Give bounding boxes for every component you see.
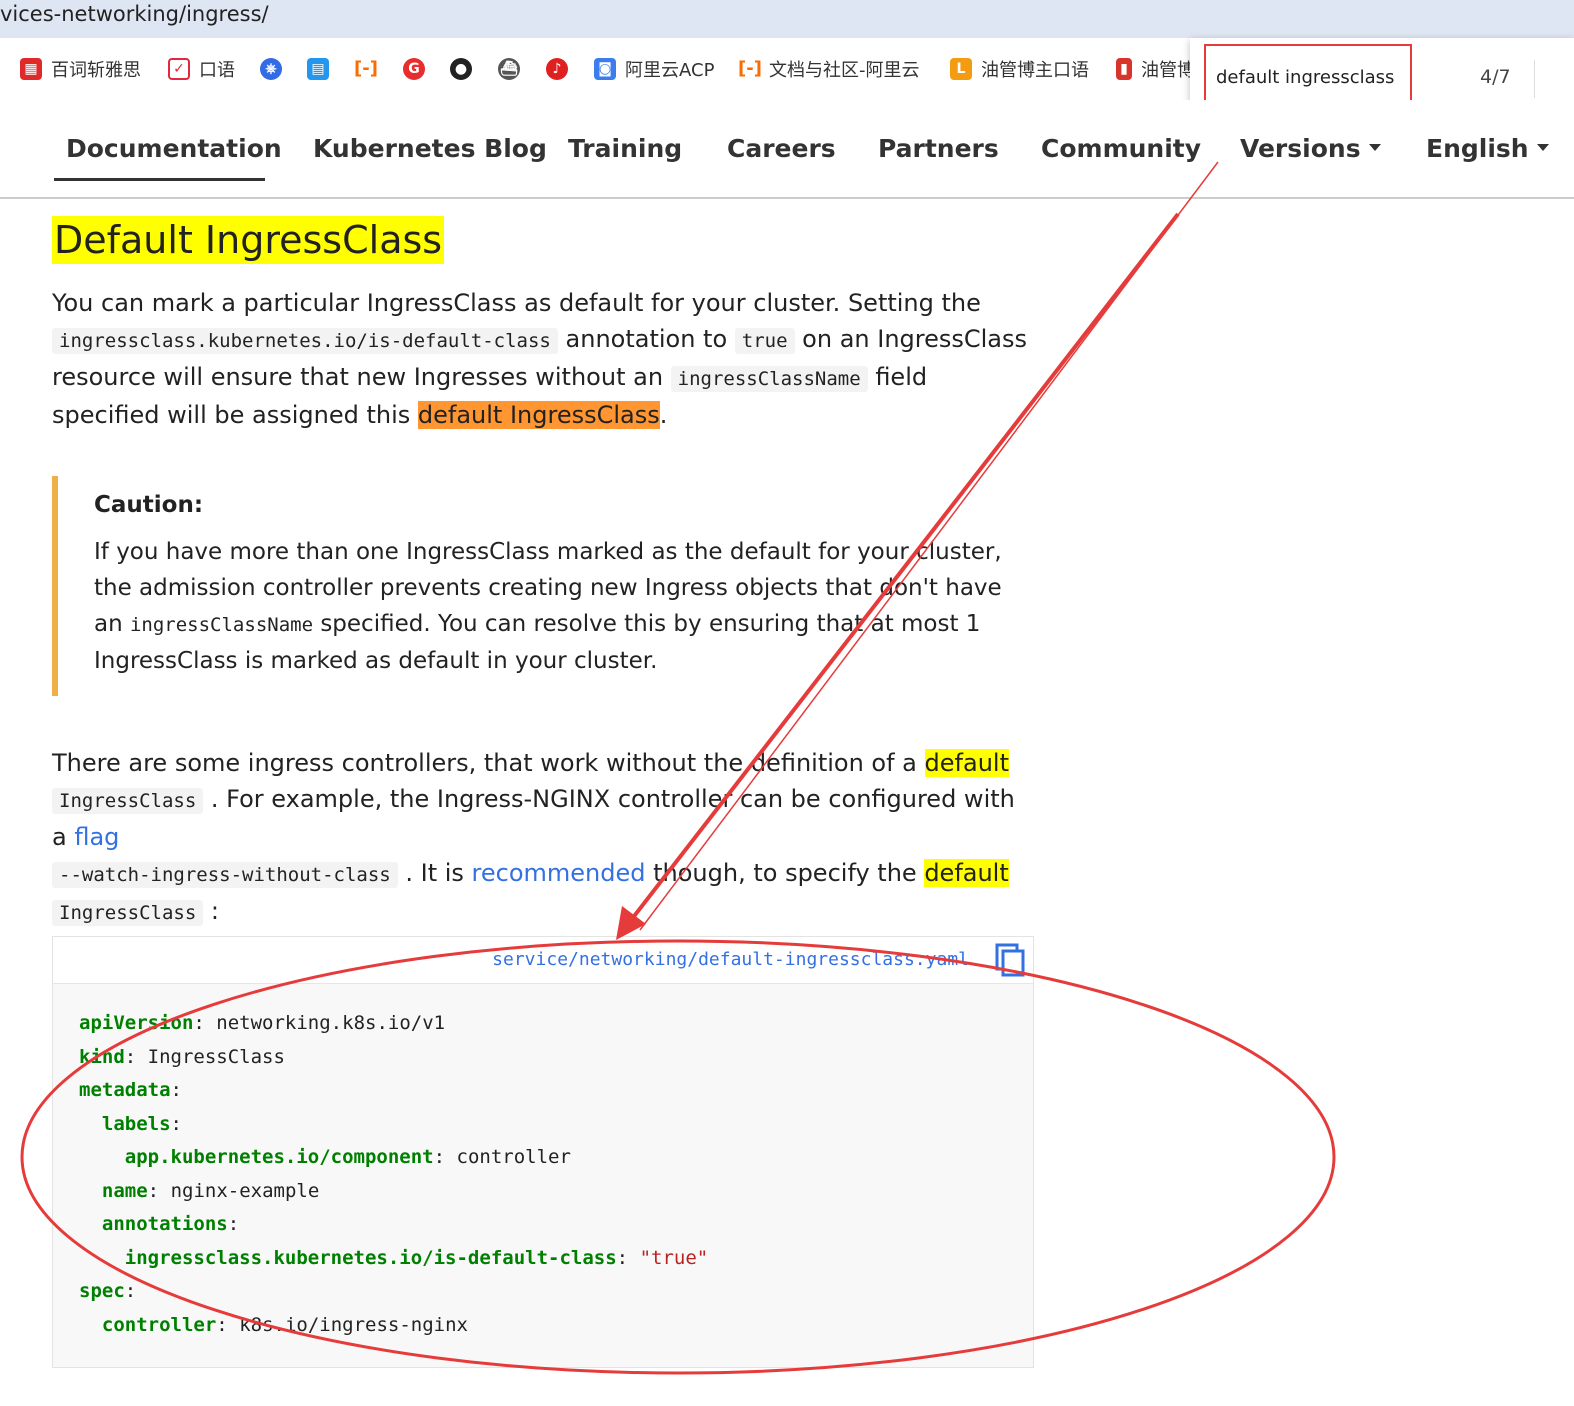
find-match-count: 4/7 — [1480, 66, 1511, 88]
code-line: annotations: — [101, 1213, 240, 1235]
code-line: metadata: — [79, 1079, 182, 1101]
code-file-link[interactable]: service/networking/default-ingressclass.… — [492, 949, 969, 970]
section-heading: Default IngressClass — [52, 216, 445, 264]
url-text[interactable]: vices-networking/ingress/ — [0, 2, 269, 26]
find-divider — [1534, 60, 1535, 98]
yaml-value: networking.k8s.io/v1 — [216, 1012, 446, 1034]
intro-paragraph: You can mark a particular IngressClass a… — [52, 289, 1028, 429]
bookmark-aliyun[interactable]: [-] — [354, 56, 385, 82]
bookmark-aliyun-docs[interactable]: [-] 文档与社区-阿里云 — [738, 56, 920, 82]
nav-community[interactable]: Community — [1041, 134, 1201, 163]
nav-active-underline — [54, 178, 265, 181]
yaml-value: "true" — [639, 1246, 709, 1269]
yaml-key: kind — [79, 1045, 125, 1068]
inline-code: --watch-ingress-without-class — [52, 862, 398, 888]
bookmark-github[interactable]: ● — [450, 56, 481, 82]
bookmark-youtuber[interactable]: ▮ 油管博 — [1116, 56, 1195, 82]
caution-callout: Caution: If you have more than one Ingre… — [52, 476, 1038, 696]
inline-code: IngressClass — [52, 900, 204, 926]
code-line: labels: — [101, 1112, 182, 1135]
inline-code: true — [734, 328, 795, 354]
github-icon: ● — [450, 58, 472, 80]
inline-code: ingressclass.kubernetes.io/is-default-cl… — [52, 328, 558, 354]
yaml-key: labels — [101, 1112, 171, 1135]
ship-icon: ⛴ — [498, 58, 520, 80]
yaml-key: ingressclass.kubernetes.io/is-default-cl… — [124, 1246, 617, 1269]
search-match: default — [924, 749, 1009, 777]
code-line: name: nginx-example — [101, 1179, 320, 1202]
inline-code: ingressClassName — [129, 614, 314, 636]
pocket-icon: ✓ — [168, 58, 190, 80]
yaml-key: apiVersion — [79, 1012, 194, 1034]
controller-paragraph: There are some ingress controllers, that… — [52, 749, 1015, 926]
code-line: kind: IngressClass — [79, 1045, 285, 1068]
baicizhan-icon: ▦ — [20, 58, 42, 80]
chevron-down-icon — [1536, 143, 1549, 151]
yaml-key: spec — [79, 1280, 125, 1302]
netease-music-icon: ♪ — [546, 58, 568, 80]
nav-kubernetes-blog[interactable]: Kubernetes Blog — [313, 134, 547, 163]
nav-training[interactable]: Training — [568, 134, 682, 163]
bookmark-youtuber-kouyu[interactable]: L 油管博主口语 — [950, 56, 1089, 82]
bookmark-acp[interactable]: ◙ 阿里云ACP — [594, 56, 714, 82]
yaml-key: name — [101, 1179, 148, 1202]
inline-code: IngressClass — [52, 788, 204, 814]
caution-title: Caution: — [94, 492, 204, 518]
code-line: spec: — [79, 1280, 137, 1302]
kubernetes-icon: ⎈ — [260, 58, 282, 80]
bookmark-kouyu[interactable]: ✓ 口语 — [168, 56, 235, 82]
bookmark-baicizhan[interactable]: ▦ 百词斩雅思 — [20, 56, 141, 82]
code-block: service/networking/default-ingressclass.… — [52, 936, 1034, 1368]
bookmark-g[interactable]: G — [403, 56, 434, 82]
yaml-code: apiVersion: networking.k8s.io/v1 kind: In… — [79, 1007, 708, 1342]
yaml-key: controller — [101, 1313, 217, 1336]
flag-link[interactable]: flag — [74, 823, 119, 851]
caution-text: If you have more than one IngressClass m… — [94, 539, 1002, 674]
bookmark-netease-music[interactable]: ♪ — [546, 56, 577, 82]
address-bar[interactable]: vices-networking/ingress/ — [0, 0, 1574, 38]
yaml-value: IngressClass — [147, 1045, 285, 1068]
bookmark-docker[interactable]: ▤ — [307, 56, 338, 82]
code-line: controller: k8s.io/ingress-nginx — [101, 1313, 468, 1336]
acp-icon: ◙ — [594, 58, 616, 80]
aliyun-icon: [-] — [354, 58, 378, 80]
nav-documentation[interactable]: Documentation — [66, 134, 282, 163]
yaml-key: metadata — [79, 1079, 171, 1101]
bookmark-ship[interactable]: ⛴ — [498, 56, 529, 82]
nav-careers[interactable]: Careers — [727, 134, 836, 163]
site-nav: Documentation Kubernetes Blog Training C… — [0, 100, 1574, 199]
l-icon: L — [950, 58, 972, 80]
book-icon: ▮ — [1116, 58, 1132, 80]
yaml-key: annotations — [101, 1213, 228, 1235]
nav-partners[interactable]: Partners — [878, 134, 999, 163]
aliyun-docs-icon: [-] — [738, 58, 762, 80]
active-search-match: default IngressClass — [417, 401, 660, 429]
recommended-link[interactable]: recommended — [472, 859, 646, 887]
code-line: ingressclass.kubernetes.io/is-default-cl… — [124, 1246, 709, 1269]
code-block-header: service/networking/default-ingressclass.… — [53, 937, 1033, 984]
inline-code: ingressClassName — [670, 366, 868, 392]
yaml-value: k8s.io/ingress-nginx — [239, 1313, 468, 1336]
code-line: app.kubernetes.io/component: controller — [124, 1146, 571, 1168]
yaml-value: nginx-example — [170, 1179, 320, 1202]
bookmark-kubernetes[interactable]: ⎈ — [260, 56, 291, 82]
nav-language-dropdown[interactable]: English — [1426, 134, 1549, 163]
chevron-down-icon — [1368, 143, 1381, 151]
g-icon: G — [403, 58, 425, 80]
yaml-key: app.kubernetes.io/component — [124, 1146, 434, 1168]
copy-icon[interactable] — [995, 943, 1025, 977]
nav-versions-dropdown[interactable]: Versions — [1240, 134, 1381, 163]
docker-icon: ▤ — [307, 58, 329, 80]
code-line: apiVersion: networking.k8s.io/v1 — [79, 1012, 446, 1034]
yaml-value: controller — [456, 1146, 571, 1168]
search-match: default — [924, 859, 1009, 887]
